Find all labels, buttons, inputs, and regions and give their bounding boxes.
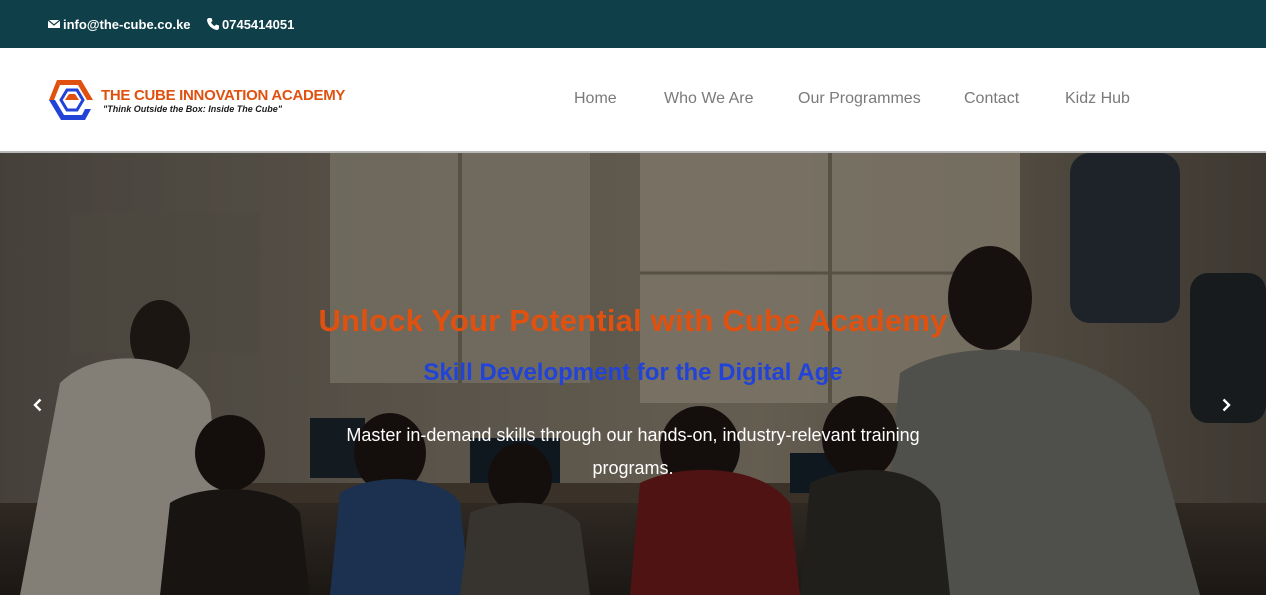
chevron-left-icon — [33, 398, 42, 412]
nav-our-programmes[interactable]: Our Programmes — [798, 90, 921, 108]
brand-name: THE CUBE INNOVATION ACADEMY — [101, 86, 346, 104]
envelope-icon — [47, 17, 61, 31]
hero-title: Unlock Your Potential with Cube Academy — [318, 303, 948, 338]
email-contact[interactable]: info@the-cube.co.ke — [47, 0, 191, 48]
top-contact-bar: info@the-cube.co.ke 0745414051 — [0, 0, 1266, 48]
hero-subtitle: Skill Development for the Digital Age — [423, 359, 843, 386]
cube-logo-icon — [49, 80, 93, 120]
brand-tagline: "Think Outside the Box: Inside The Cube" — [103, 103, 283, 114]
email-text: info@the-cube.co.ke — [63, 16, 191, 32]
site-header: THE CUBE INNOVATION ACADEMY "Think Outsi… — [0, 48, 1266, 153]
site-logo[interactable]: THE CUBE INNOVATION ACADEMY "Think Outsi… — [47, 76, 345, 124]
slider-prev-button[interactable] — [18, 385, 58, 425]
nav-kidz-hub[interactable]: Kidz Hub — [1065, 90, 1130, 108]
slider-next-button[interactable] — [1206, 385, 1246, 425]
chevron-right-icon — [1222, 398, 1231, 412]
phone-icon — [206, 17, 220, 31]
nav-who-we-are[interactable]: Who We Are — [664, 90, 754, 108]
hero-description: Master in-demand skills through our hand… — [346, 425, 920, 478]
nav-home[interactable]: Home — [574, 90, 617, 108]
hero-slider: Unlock Your Potential with Cube Academy … — [0, 153, 1266, 595]
phone-text: 0745414051 — [222, 16, 295, 32]
phone-contact[interactable]: 0745414051 — [206, 0, 294, 48]
nav-contact[interactable]: Contact — [964, 90, 1019, 108]
